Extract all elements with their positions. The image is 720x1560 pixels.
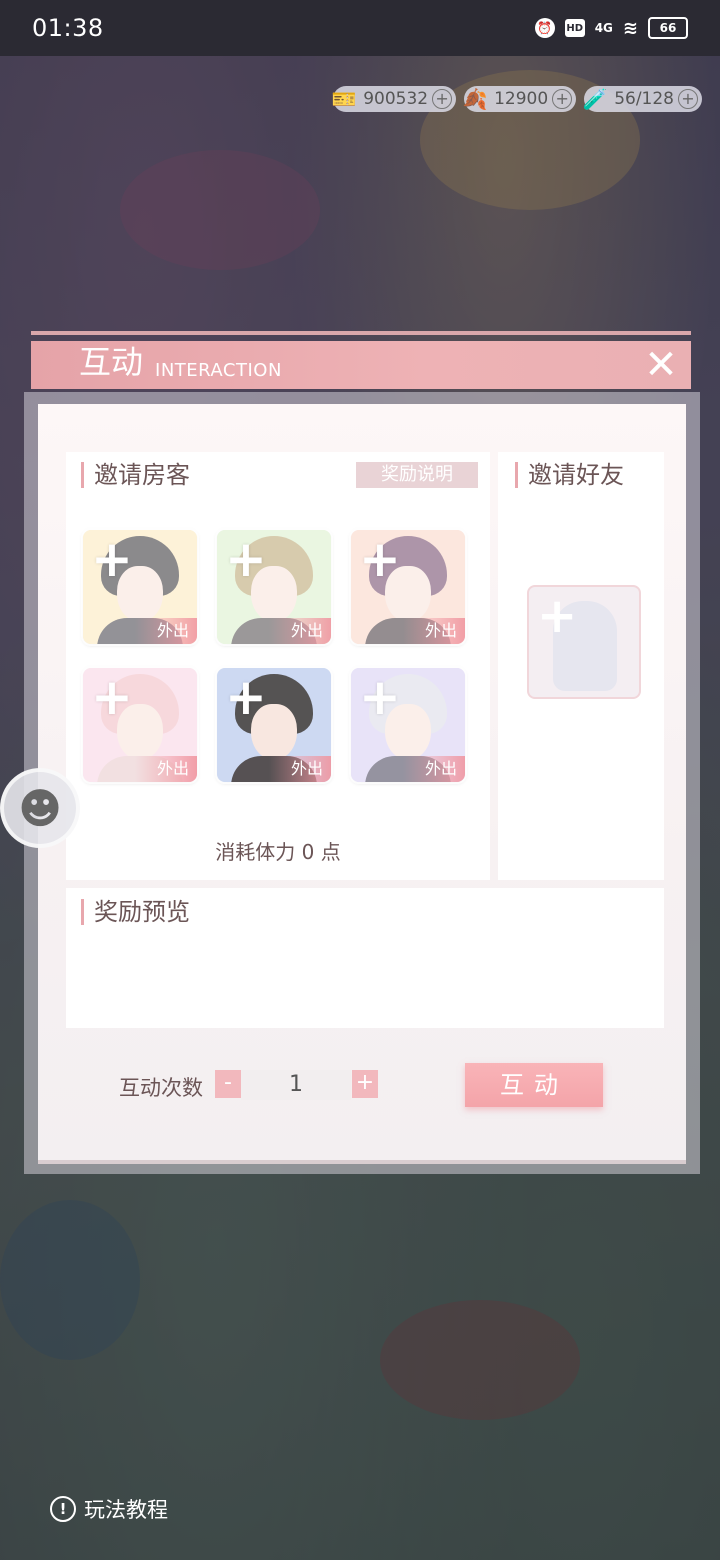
add-gold-button[interactable]: + [552, 89, 573, 109]
stamina-cost-text: 消耗体力 0 点 [215, 840, 341, 864]
guest-slot[interactable]: + 外出 [217, 668, 331, 782]
away-badge: 外出 [269, 618, 331, 644]
away-badge: 外出 [269, 756, 331, 782]
add-tickets-button[interactable]: + [432, 89, 453, 109]
friend-slot[interactable]: + [529, 587, 639, 697]
resource-value: 56/128 [614, 89, 674, 109]
close-icon[interactable]: ✕ [641, 345, 681, 385]
guest-slot[interactable]: + 外出 [217, 530, 331, 644]
resource-bar: 🎫 900532 + 🍂 12900 + 🧪 56/128 + [332, 86, 702, 112]
away-badge: 外出 [403, 618, 465, 644]
interaction-count-label: 互动次数 [119, 1076, 203, 1100]
ticket-icon: 🎫 [331, 87, 357, 111]
add-icon: + [91, 668, 133, 726]
gold-leaf-icon: 🍂 [462, 87, 488, 111]
ghost-mascot-button[interactable]: ☻ [0, 768, 80, 848]
decrease-count-button[interactable]: - [215, 1070, 241, 1098]
invite-guests-card [66, 452, 490, 880]
invite-friends-label: 邀请好友 [515, 462, 624, 488]
resource-value: 900532 [363, 89, 429, 109]
battery-icon: 66 [648, 17, 688, 39]
signal-icon: 4G [594, 21, 613, 35]
resource-energy[interactable]: 🧪 56/128 + [583, 86, 702, 112]
guest-slot[interactable]: + 外出 [351, 530, 465, 644]
guest-slot[interactable]: + 外出 [83, 668, 197, 782]
reward-preview-label: 奖励预览 [81, 899, 190, 925]
dialog-title: 互动 [79, 343, 144, 381]
resource-tickets[interactable]: 🎫 900532 + [332, 86, 457, 112]
interact-button[interactable]: 互动 [465, 1063, 603, 1107]
increase-count-button[interactable]: + [352, 1070, 378, 1098]
away-badge: 外出 [135, 756, 197, 782]
alarm-icon: ⏰ [534, 18, 555, 38]
add-energy-button[interactable]: + [678, 89, 698, 109]
dialog-header: 互动 INTERACTION ✕ [31, 341, 691, 389]
ghost-icon: ☻ [18, 783, 62, 833]
dialog-top-line [31, 331, 691, 335]
tutorial-label: 玩法教程 [84, 1498, 168, 1522]
dialog-subtitle: INTERACTION [155, 360, 282, 381]
status-bar: 01:38 ⏰ HD 4G ≋ 66 [0, 0, 720, 56]
interaction-count-value: 1 [241, 1070, 351, 1100]
hd-icon: HD [564, 19, 585, 37]
add-icon: + [225, 668, 267, 726]
away-badge: 外出 [135, 618, 197, 644]
reward-info-button[interactable]: 奖励说明 [356, 462, 478, 488]
add-icon: + [359, 668, 401, 726]
energy-bottle-icon: 🧪 [582, 87, 608, 111]
guest-slot[interactable]: + 外出 [83, 530, 197, 644]
wifi-icon: ≋ [622, 17, 638, 39]
status-time: 01:38 [32, 14, 104, 42]
add-icon: + [225, 530, 267, 588]
resource-value: 12900 [494, 89, 549, 109]
add-icon: + [537, 588, 578, 644]
info-icon: ! [50, 1496, 76, 1522]
add-icon: + [91, 530, 133, 588]
resource-gold[interactable]: 🍂 12900 + [463, 86, 577, 112]
add-icon: + [359, 530, 401, 588]
guest-slot[interactable]: + 外出 [351, 668, 465, 782]
invite-guests-label: 邀请房客 [81, 462, 190, 488]
away-badge: 外出 [403, 756, 465, 782]
tutorial-link[interactable]: ! 玩法教程 [50, 1494, 168, 1524]
